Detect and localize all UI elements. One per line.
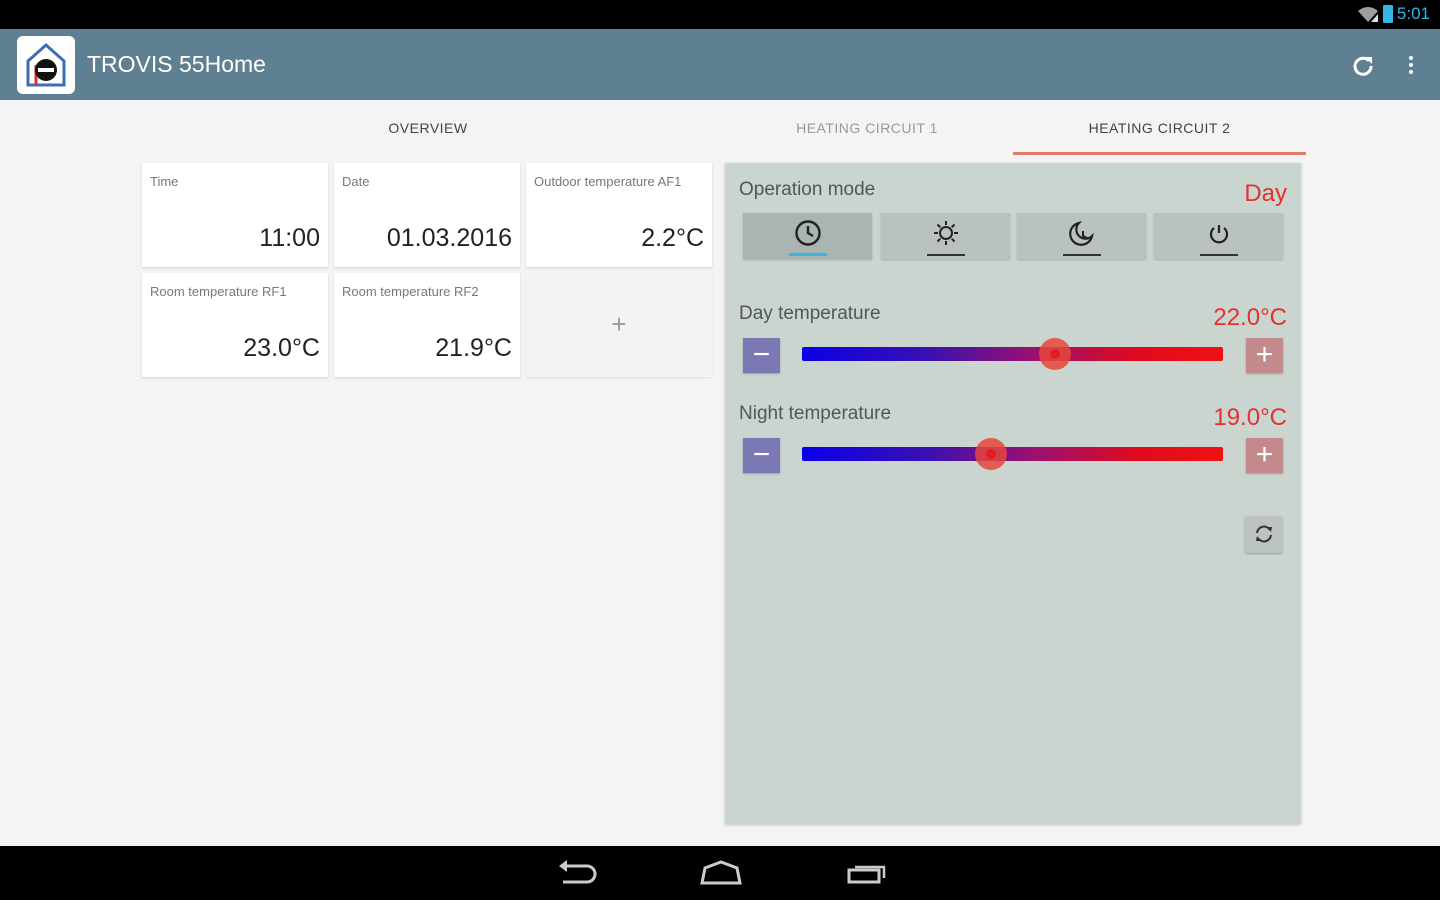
card-room-temperature-rf2[interactable]: Room temperature RF2 21.9°C (334, 273, 520, 377)
card-value: 23.0°C (243, 334, 320, 362)
day-temperature-slider-thumb[interactable] (1038, 338, 1071, 370)
add-card-button[interactable]: + (526, 273, 712, 377)
card-date[interactable]: Date 01.03.2016 (334, 163, 520, 267)
card-outdoor-temperature[interactable]: Outdoor temperature AF1 2.2°C (526, 163, 712, 267)
home-icon (700, 860, 742, 885)
house-logo-icon (26, 42, 66, 87)
home-button[interactable] (696, 858, 746, 890)
overflow-menu-button[interactable] (1396, 49, 1426, 83)
card-value: 2.2°C (641, 224, 704, 252)
mode-indicator (789, 253, 827, 256)
status-icons: 5:01 (1357, 4, 1430, 24)
battery-icon (1382, 5, 1393, 23)
status-bar: 5:01 (0, 0, 1440, 29)
operation-mode-value: Day (1244, 180, 1287, 207)
card-value: 01.03.2016 (386, 224, 512, 252)
day-temperature-label: Day temperature (739, 303, 881, 324)
refresh-icon (1353, 56, 1373, 76)
refresh-button[interactable] (1346, 49, 1380, 83)
sun-icon (881, 218, 1010, 253)
heating-circuit-panel: Operation mode Day Day temperature 22.0°… (725, 163, 1301, 824)
tab-overview[interactable]: OVERVIEW (284, 100, 572, 155)
status-time: 5:01 (1396, 4, 1430, 23)
system-navigation-bar (0, 846, 1440, 900)
card-label: Time (150, 174, 179, 189)
day-temperature-value: 22.0°C (1213, 304, 1287, 331)
recent-apps-icon (847, 865, 886, 884)
power-icon (1154, 218, 1283, 253)
card-room-temperature-rf1[interactable]: Room temperature RF1 23.0°C (142, 273, 328, 377)
day-temperature-slider[interactable] (802, 338, 1223, 370)
sync-button[interactable] (1245, 516, 1282, 553)
night-temperature-decrease-button[interactable]: − (743, 438, 780, 473)
recent-apps-button[interactable] (841, 858, 891, 890)
mode-day-button[interactable] (881, 213, 1010, 259)
night-temperature-label: Night temperature (739, 403, 892, 424)
operation-mode-label: Operation mode (739, 179, 876, 200)
wifi-icon (1357, 7, 1378, 22)
mode-standby-button[interactable] (1154, 213, 1283, 259)
card-label: Room temperature RF1 (150, 284, 287, 299)
card-value: 21.9°C (435, 334, 512, 362)
card-label: Date (342, 174, 370, 189)
app-logo (17, 36, 75, 94)
night-temperature-value: 19.0°C (1213, 404, 1287, 431)
sync-icon (1255, 525, 1272, 543)
night-temperature-slider[interactable] (802, 438, 1223, 470)
mode-indicator (1063, 254, 1101, 256)
mode-night-button[interactable] (1017, 213, 1146, 259)
night-temperature-slider-thumb[interactable] (975, 438, 1008, 470)
day-temperature-decrease-button[interactable]: − (743, 338, 780, 373)
mode-indicator (1200, 254, 1238, 256)
tab-heating-circuit-2[interactable]: HEATING CIRCUIT 2 (1013, 100, 1306, 155)
card-time[interactable]: Time 11:00 (142, 163, 328, 267)
day-temperature-increase-button[interactable]: + (1246, 338, 1283, 373)
add-icon: + (611, 309, 627, 339)
mode-auto-button[interactable] (743, 213, 872, 259)
tab-indicator (1013, 152, 1306, 155)
back-button[interactable] (551, 858, 601, 890)
card-value: 11:00 (259, 224, 320, 252)
app-bar: TROVIS 55Home (0, 29, 1440, 100)
back-icon (559, 860, 597, 884)
mode-indicator (927, 254, 965, 256)
app-title: TROVIS 55Home (87, 51, 266, 77)
tab-heating-circuit-1[interactable]: HEATING CIRCUIT 1 (723, 100, 1011, 155)
clock-icon (743, 218, 872, 253)
card-label: Room temperature RF2 (342, 284, 479, 299)
moon-icon (1017, 218, 1146, 253)
card-label: Outdoor temperature AF1 (534, 174, 682, 189)
night-temperature-increase-button[interactable]: + (1246, 438, 1283, 473)
